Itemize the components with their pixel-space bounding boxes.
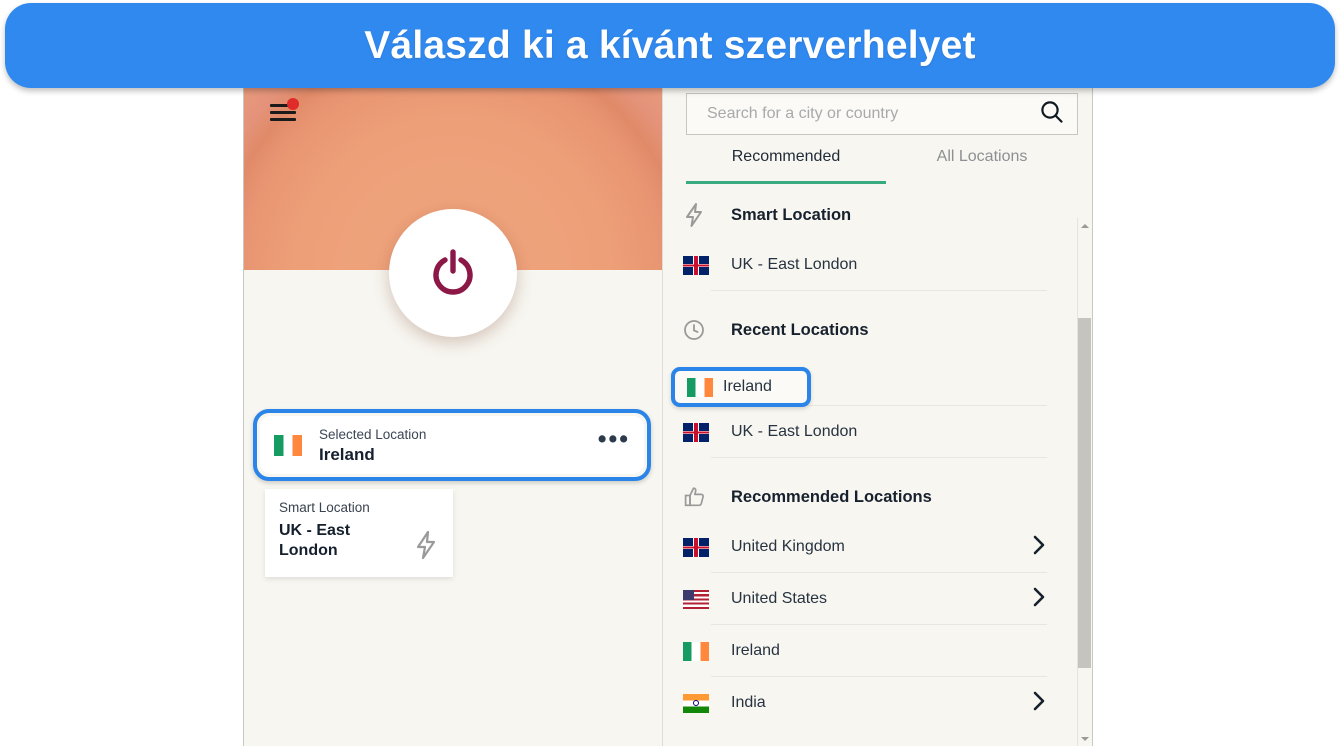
recent-ireland-row[interactable]: Ireland [675,371,807,403]
list-item-label: UK - East London [731,256,858,273]
scrollbar-thumb[interactable] [1078,318,1091,668]
search-input[interactable] [705,104,1039,124]
list-item[interactable]: UK - East London [663,406,1073,458]
smart-location-label: Smart Location [279,500,370,515]
tab-recommended[interactable]: Recommended [686,148,886,184]
list-item[interactable]: United Kingdom [663,521,1073,573]
notification-dot-icon [287,98,299,110]
location-list: Smart Location UK - East London Recent L… [663,191,1073,746]
list-item-label: UK - East London [731,423,858,440]
selected-location-label: Selected Location [319,426,427,442]
ireland-flag-icon [687,377,723,397]
power-button-wrapper [389,209,517,337]
india-flag-icon [683,693,731,713]
list-item[interactable]: UK - East London [663,239,1073,291]
smart-location-card[interactable]: Smart Location UK - East London [265,489,453,577]
tab-all-locations[interactable]: All Locations [886,148,1078,184]
section-title: Smart Location [731,205,852,224]
recent-ireland-label: Ireland [723,378,772,395]
lightning-bolt-icon [683,202,731,228]
list-item-label: Ireland [731,642,780,659]
list-item-label: India [731,694,766,711]
list-item[interactable]: India [663,677,1073,729]
lightning-bolt-icon [413,512,439,565]
power-icon [423,243,483,303]
connection-panel: Not Connected Selected Location Ireland … [244,86,662,746]
section-header-smart-location: Smart Location [663,191,1073,239]
more-options-icon[interactable]: ••• [598,427,630,456]
chevron-right-icon[interactable] [1031,690,1047,717]
selected-location-value: Ireland [319,444,375,464]
uk-flag-icon [683,422,731,442]
ireland-flag-icon [274,434,302,456]
list-item-label: United Kingdom [731,538,845,555]
chevron-right-icon[interactable] [1031,534,1047,561]
vpn-app-window: Not Connected Selected Location Ireland … [244,86,1092,746]
ireland-flag-icon [683,641,731,661]
search-bar[interactable] [686,93,1078,135]
location-tabs: Recommended All Locations [686,148,1078,184]
chevron-right-icon[interactable] [1031,586,1047,613]
banner-title: Válaszd ki a kívánt szerverhelyet [364,23,976,67]
uk-flag-icon [683,255,731,275]
uk-flag-icon [683,537,731,557]
chevron-up-icon[interactable] [1078,218,1091,233]
section-title: Recommended Locations [731,487,932,506]
list-item-label: United States [731,590,828,607]
section-title: Recent Locations [731,320,869,339]
section-header-recent-locations: Recent Locations [663,306,1073,354]
chevron-down-icon[interactable] [1078,731,1091,746]
list-item[interactable]: Ireland [663,625,1073,677]
us-flag-icon [683,589,731,609]
selected-location-card[interactable]: Selected Location Ireland ••• [260,416,644,474]
hamburger-bar [270,118,296,121]
search-icon[interactable] [1039,99,1065,130]
hamburger-bar [270,111,296,114]
smart-location-texts: Smart Location UK - East London [279,499,413,577]
hamburger-menu-icon[interactable] [270,98,300,125]
list-scrollbar[interactable] [1077,218,1091,746]
section-header-recommended-locations: Recommended Locations [663,473,1073,521]
power-button[interactable] [389,209,517,337]
location-picker-panel: Recommended All Locations Smart Location… [662,86,1092,746]
list-item[interactable]: United States [663,573,1073,625]
smart-location-value: UK - East London [279,522,351,559]
selected-location-texts: Selected Location Ireland [319,426,598,465]
clock-icon [683,319,731,341]
recent-ireland-highlight-box[interactable]: Ireland [671,367,811,407]
thumbs-up-icon [683,485,731,509]
instruction-banner: Válaszd ki a kívánt szerverhelyet [5,3,1335,88]
